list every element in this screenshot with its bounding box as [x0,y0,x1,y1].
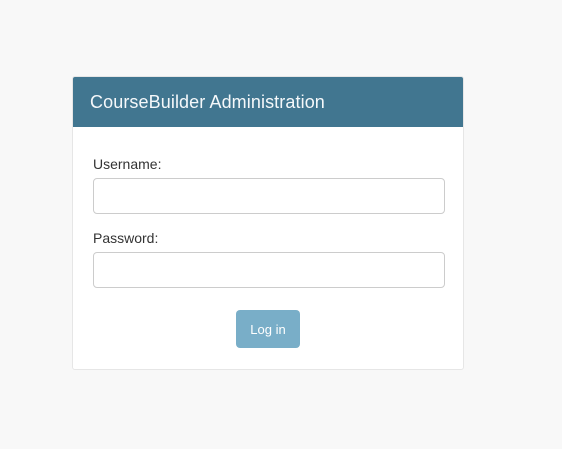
login-panel: CourseBuilder Administration Username: P… [72,76,464,370]
password-label: Password: [93,230,159,246]
login-button[interactable]: Log in [236,310,300,348]
panel-header: CourseBuilder Administration [73,77,463,127]
password-input[interactable] [93,252,445,288]
site-title: CourseBuilder Administration [90,91,325,112]
username-row: Username: [93,156,445,214]
submit-row: Log in [93,310,443,348]
username-input[interactable] [93,178,445,214]
login-form: Username: Password: Log in [73,127,463,348]
username-label: Username: [93,156,162,172]
password-row: Password: [93,230,445,288]
